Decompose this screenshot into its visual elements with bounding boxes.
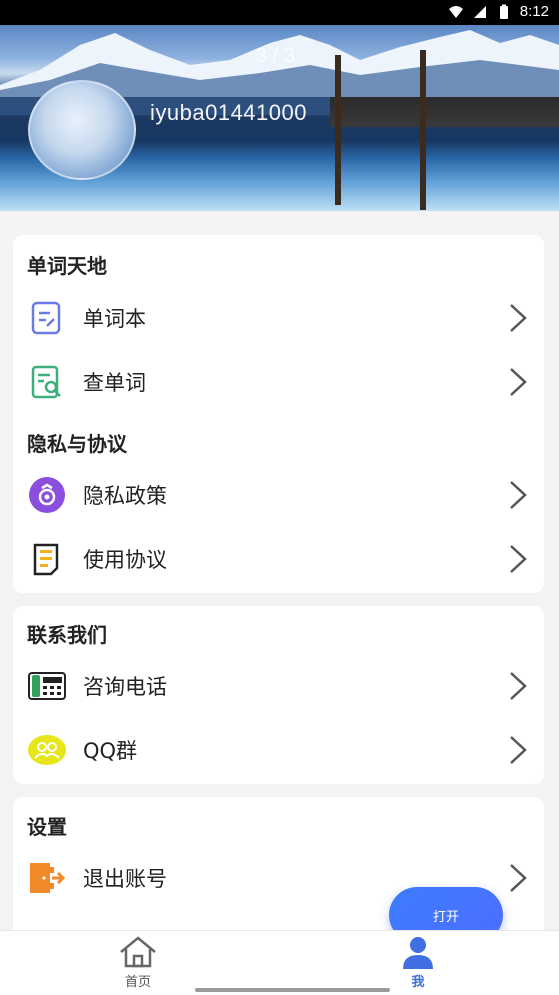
battery-icon: [499, 4, 508, 19]
tab-me[interactable]: 我: [378, 935, 458, 990]
home-icon: [120, 936, 156, 968]
bottom-tab-bar: 首页 我: [0, 930, 559, 995]
phone-icon: [27, 666, 67, 706]
section-title-words: 单词天地: [27, 254, 107, 278]
card-contact: 联系我们 咨询电话 QQ群: [13, 606, 544, 784]
card-words-privacy: 单词天地 单词本 查单词 隐私与协议 隐私政策 使用协议: [13, 235, 544, 593]
menu-item-label: 咨询电话: [83, 675, 167, 699]
status-bar: 8:12: [0, 0, 559, 25]
pier: [330, 97, 559, 127]
pier-pole: [420, 50, 426, 210]
chevron-right-icon: [510, 672, 527, 700]
chevron-right-icon: [510, 864, 527, 892]
menu-item-qq-group[interactable]: QQ群: [13, 718, 544, 782]
profile-header-banner[interactable]: 3 / 3 iyuba01441000: [0, 25, 559, 211]
pier-pole: [335, 55, 341, 205]
section-title-contact: 联系我们: [27, 623, 107, 647]
home-indicator: [195, 988, 390, 992]
banner-pager: 3 / 3: [256, 45, 295, 67]
section-title-privacy: 隐私与协议: [27, 432, 127, 456]
signal-icon: [473, 5, 486, 18]
logout-icon: [27, 858, 67, 898]
wifi-icon: [448, 5, 463, 18]
chevron-right-icon: [510, 545, 527, 573]
profile-icon: [403, 937, 433, 969]
menu-item-label: 退出账号: [83, 867, 167, 891]
menu-item-label: 使用协议: [83, 548, 167, 572]
menu-item-privacy-policy[interactable]: 隐私政策: [13, 463, 544, 527]
status-time: 8:12: [519, 3, 549, 20]
search-word-icon: [27, 362, 67, 402]
menu-item-lookup-word[interactable]: 查单词: [13, 350, 544, 414]
tab-home-label: 首页: [124, 975, 151, 990]
chevron-right-icon: [510, 368, 527, 396]
section-title-settings: 设置: [27, 815, 67, 839]
menu-item-label: QQ群: [83, 739, 138, 763]
avatar[interactable]: [28, 80, 136, 180]
username: iyuba01441000: [150, 100, 307, 125]
chevron-right-icon: [510, 736, 527, 764]
wordbook-icon: [27, 298, 67, 338]
menu-item-label: 单词本: [83, 307, 146, 331]
menu-item-user-agreement[interactable]: 使用协议: [13, 527, 544, 591]
tab-home[interactable]: 首页: [98, 935, 178, 990]
chevron-right-icon: [510, 481, 527, 509]
qq-group-icon: [27, 730, 67, 770]
menu-item-phone[interactable]: 咨询电话: [13, 654, 544, 718]
tab-me-label: 我: [411, 975, 425, 990]
menu-item-label: 查单词: [83, 371, 146, 395]
chevron-right-icon: [510, 304, 527, 332]
agreement-icon: [27, 539, 67, 579]
privacy-icon: [27, 475, 67, 515]
menu-item-wordbook[interactable]: 单词本: [13, 286, 544, 350]
menu-item-label: 隐私政策: [83, 484, 167, 508]
